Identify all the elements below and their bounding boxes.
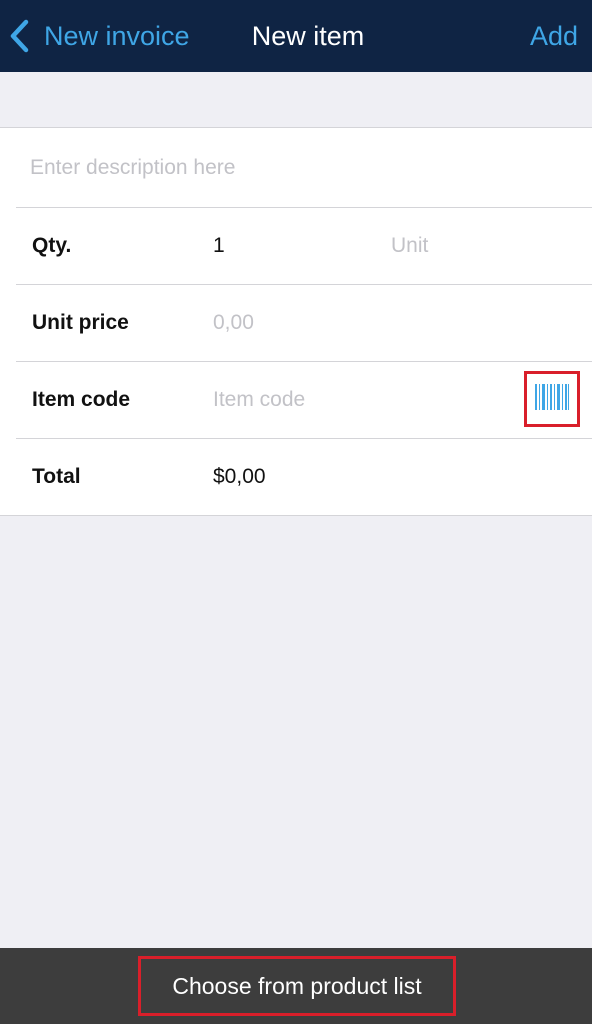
qty-label: Qty. [32,234,72,257]
unit-price-row: Unit price 0,00 [16,285,592,362]
item-code-label: Item code [32,388,131,411]
item-code-row: Item code Item code [16,362,592,439]
chevron-left-icon [8,19,30,53]
qty-input[interactable]: 1 [213,208,225,284]
navigation-bar: New invoice New item Add [0,0,592,72]
item-code-input[interactable]: Item code [213,362,305,438]
unit-price-input[interactable]: 0,00 [213,285,254,361]
unit-price-label: Unit price [32,311,129,334]
description-input[interactable] [30,128,570,207]
total-row: Total $0,00 [16,439,592,515]
unit-input[interactable]: Unit [391,208,428,284]
page-title: New item [251,21,365,51]
total-value: $0,00 [213,465,266,488]
choose-from-product-list-button[interactable]: Choose from product list [138,956,456,1016]
scan-barcode-button[interactable] [524,371,580,427]
add-button[interactable]: Add [530,0,578,72]
qty-row: Qty. 1 Unit [16,208,592,285]
barcode-icon [534,382,570,416]
back-button[interactable]: New invoice [8,0,190,72]
description-row [16,128,592,208]
item-form: Qty. 1 Unit Unit price 0,00 Item code It… [0,127,592,516]
back-button-label: New invoice [44,20,190,51]
total-label: Total [32,465,81,488]
bottom-toolbar: Choose from product list [0,948,592,1024]
